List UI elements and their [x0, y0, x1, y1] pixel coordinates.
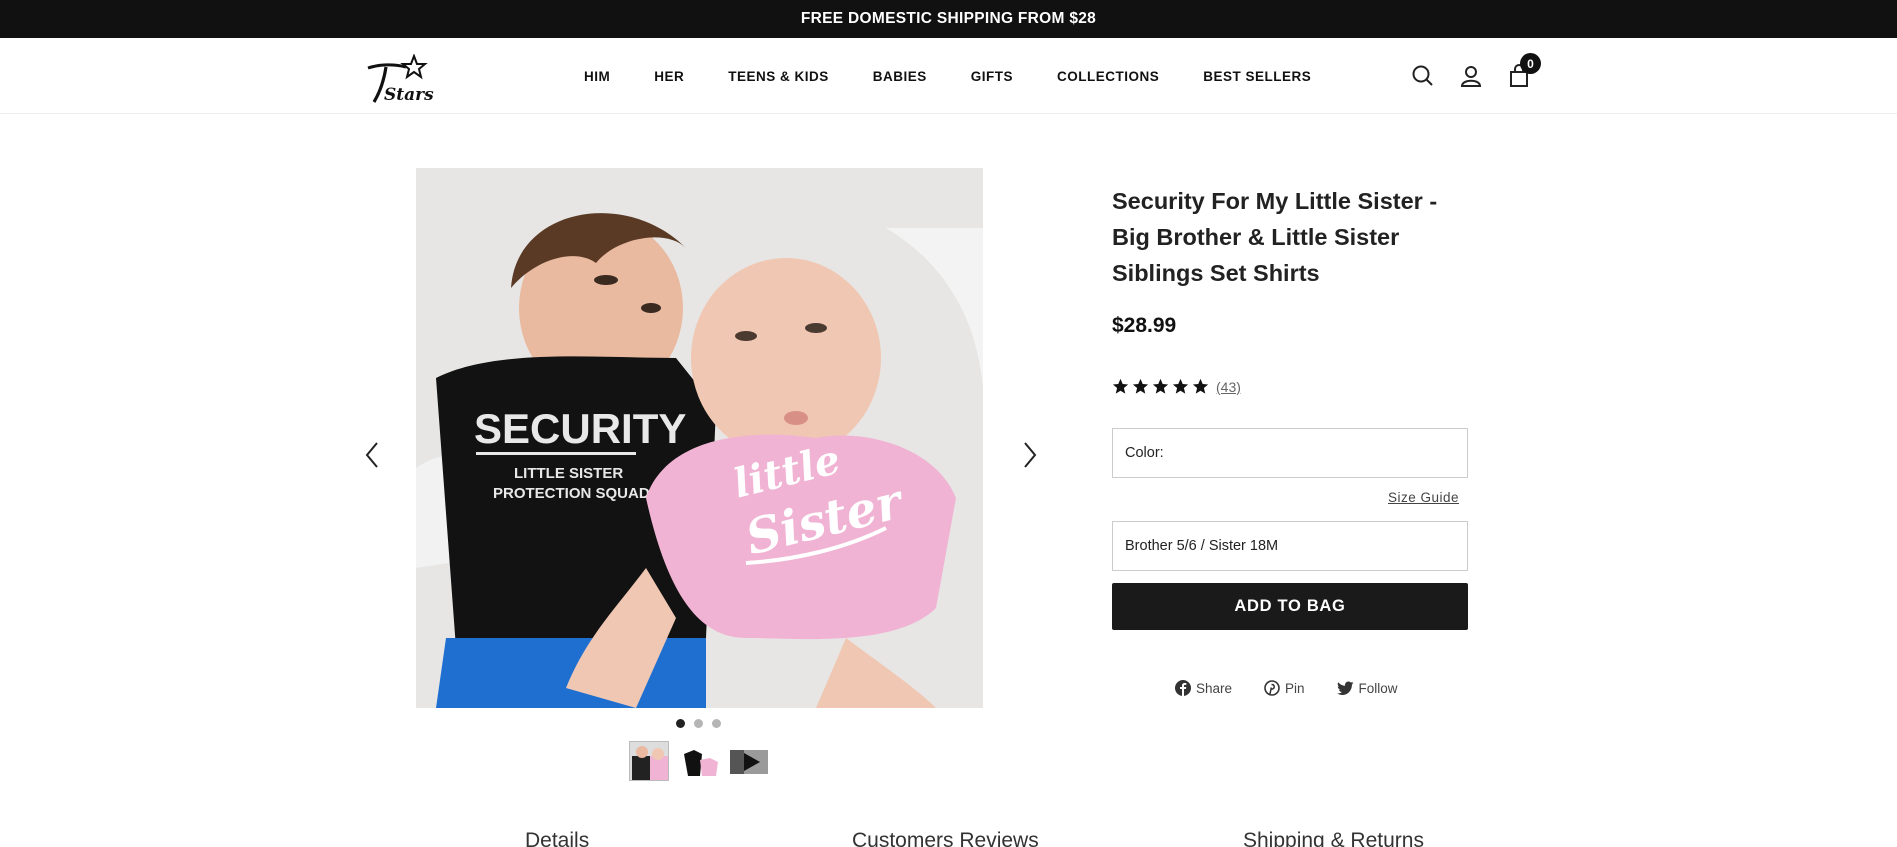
pin-label: Pin [1285, 680, 1305, 696]
nav-collections[interactable]: COLLECTIONS [1057, 69, 1159, 84]
share-facebook[interactable]: Share [1175, 680, 1232, 696]
tstars-logo[interactable]: Stars [362, 54, 434, 106]
color-select[interactable]: Color: [1112, 428, 1468, 478]
star-icon [1152, 378, 1169, 394]
announcement-bar: FREE DOMESTIC SHIPPING FROM $28 [0, 0, 1897, 38]
shirt-text-line2: PROTECTION SQUAD [493, 485, 650, 502]
add-to-bag-button[interactable]: ADD TO BAG [1112, 583, 1468, 630]
user-icon[interactable] [1458, 63, 1484, 89]
shirt-text-line1: LITTLE SISTER [514, 465, 623, 482]
bag-icon[interactable]: 0 [1506, 53, 1541, 89]
header-actions: 0 [1410, 38, 1554, 114]
nav-him[interactable]: HIM [584, 69, 610, 84]
svg-text:Stars: Stars [384, 85, 434, 105]
follow-label: Follow [1358, 680, 1398, 696]
star-icon [1192, 378, 1209, 394]
product-tabs: Details Customers Reviews Shipping & Ret… [0, 829, 1897, 847]
main-nav: HIM HER TEENS & KIDS BABIES GIFTS COLLEC… [584, 38, 1355, 114]
size-guide-link[interactable]: Size Guide [1388, 490, 1459, 505]
cart-count-badge: 0 [1520, 53, 1541, 74]
star-icon [1112, 378, 1129, 394]
size-select[interactable]: Brother 5/6 / Sister 18M [1112, 521, 1468, 571]
site-header: Stars HIM HER TEENS & KIDS BABIES GIFTS … [0, 38, 1897, 114]
gallery-dot[interactable] [694, 719, 703, 728]
shirt-text-security: SECURITY [474, 405, 686, 452]
gallery-dot[interactable] [712, 719, 721, 728]
nav-babies[interactable]: BABIES [873, 69, 927, 84]
gallery-thumbnails [629, 741, 779, 781]
announcement-text: FREE DOMESTIC SHIPPING FROM $28 [800, 10, 1097, 27]
pinterest-icon [1264, 680, 1280, 696]
product-main-image[interactable]: SECURITY LITTLE SISTER PROTECTION SQUAD … [416, 168, 983, 708]
product-title: Security For My Little Sister - Big Brot… [1112, 188, 1438, 286]
product-price: $28.99 [1112, 314, 1177, 337]
thumbnail-2[interactable] [679, 741, 719, 781]
tab-customers-reviews[interactable]: Customers Reviews [852, 829, 1039, 847]
star-icon [1172, 378, 1189, 394]
share-twitter[interactable]: Follow [1336, 680, 1398, 696]
gallery-prev-arrow[interactable] [360, 440, 384, 470]
gallery-next-arrow[interactable] [1018, 440, 1042, 470]
search-icon[interactable] [1410, 63, 1436, 89]
nav-her[interactable]: HER [654, 69, 684, 84]
color-label: Color: [1125, 445, 1164, 461]
nav-best-sellers[interactable]: BEST SELLERS [1203, 69, 1311, 84]
gallery-dots [676, 719, 730, 728]
facebook-icon [1175, 680, 1191, 696]
gallery-dot[interactable] [676, 719, 685, 728]
share-pinterest[interactable]: Pin [1264, 680, 1305, 696]
review-count-link[interactable]: (43) [1216, 379, 1241, 395]
twitter-icon [1336, 680, 1354, 695]
tab-shipping-returns[interactable]: Shipping & Returns [1243, 829, 1424, 847]
product-rating[interactable]: (43) [1112, 378, 1241, 395]
thumbnail-1[interactable] [629, 741, 669, 781]
share-label: Share [1196, 680, 1233, 696]
size-selected-value: Brother 5/6 / Sister 18M [1125, 538, 1279, 554]
social-share: Share Pin Follow [1175, 680, 1430, 696]
video-thumbnail[interactable] [729, 741, 769, 781]
nav-teens-kids[interactable]: TEENS & KIDS [728, 69, 829, 84]
star-icon [1132, 378, 1149, 394]
nav-gifts[interactable]: GIFTS [971, 69, 1013, 84]
tab-details[interactable]: Details [525, 829, 589, 847]
